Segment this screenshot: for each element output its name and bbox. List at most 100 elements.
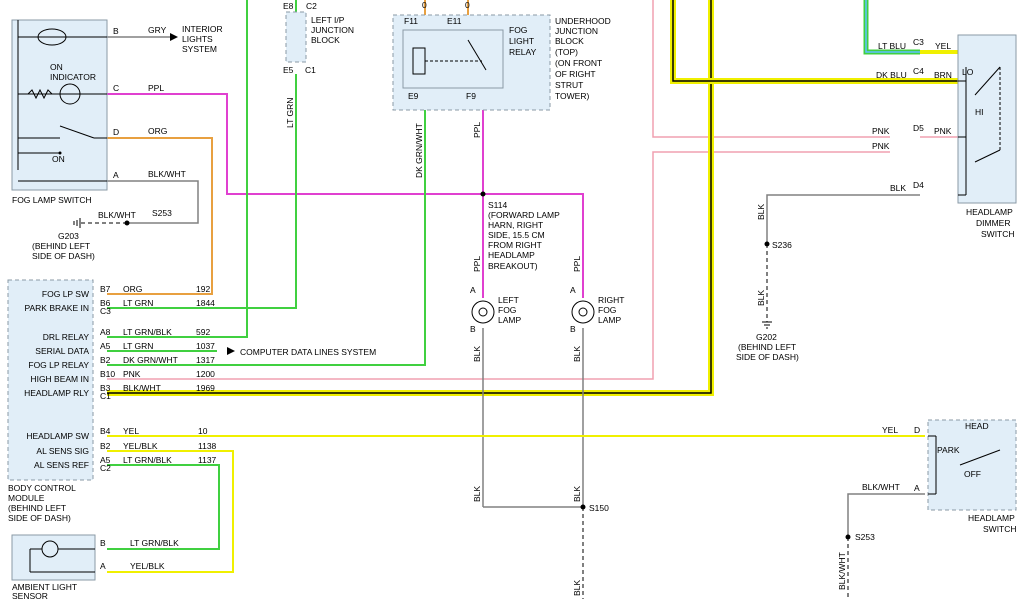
on-indicator-label-2: INDICATOR [50,72,96,82]
right-fog-2: FOG [598,305,616,315]
g202-1: G202 [756,332,777,342]
splice-s253 [124,220,130,226]
left-ip-2: JUNCTION [311,25,354,35]
underhood-6: OF RIGHT [555,69,596,79]
label-ppl: PPL [148,83,164,93]
bcm-row-pin: C2 [100,463,111,473]
headlamp-park: PARK [937,445,960,455]
bcm-title-3: (BEHIND LEFT [8,503,66,513]
underhood-8: TOWER) [555,91,589,101]
pin-a-head: A [914,483,920,493]
label-blk-s150-right: BLK [572,486,582,502]
bcm-row-name: FOG LP SW [42,289,89,299]
label-yel-c3: YEL [935,41,951,51]
bcm-row-circuit: 10 [198,426,208,436]
label-blk-right: BLK [572,346,582,362]
on-indicator-label-1: ON [50,62,63,72]
s253-bottom-label: S253 [855,532,875,542]
wire-blk-wht-headlamp [847,493,925,537]
dimmer-hi: HI [975,107,984,117]
dimmer-lo: LO [962,67,974,77]
top-mark-1: 0 [465,0,470,10]
bcm-row-wire: ORG [123,284,142,294]
top-mark-0: 0 [422,0,427,10]
bcm-row-name: FOG LP RELAY [28,360,89,370]
underhood-2: JUNCTION [555,26,598,36]
s114-1: (FORWARD LAMP [488,210,560,220]
label-blk-s236-upper: BLK [756,204,766,220]
bcm-row-circuit: 192 [196,284,210,294]
left-ip-c-bot: C1 [305,65,316,75]
pin-a: A [113,170,119,180]
bcm-row-pin: B4 [100,426,111,436]
bcm-row-name: AL SENS REF [34,460,89,470]
pin-b: B [113,26,119,36]
bcm-row-name: SERIAL DATA [35,346,89,356]
bcm-row-pin: C1 [100,391,111,401]
left-ip-block-box [285,11,307,63]
bcm-row-circuit: 1844 [196,298,215,308]
splice-s253-label: S253 [152,208,172,218]
bcm-row-name: HEADLAMP SW [26,431,89,441]
underhood-5: (ON FRONT [555,58,602,68]
s236-label: S236 [772,240,792,250]
arrow-icon [170,33,178,41]
bcm-row-wire: LT GRN/BLK [123,455,172,465]
dimmer-title-3: SWITCH [981,229,1015,239]
bcm-row-wire: PNK [123,369,141,379]
sensor-pin-b: B [100,538,106,548]
left-pin-b: B [470,324,476,334]
label-dk-grn-wht: DK GRN/WHT [414,123,424,178]
pin-c4: C4 [913,66,924,76]
underhood-4: (TOP) [555,47,578,57]
s150-label: S150 [589,503,609,513]
label-pnk-lower: PNK [872,141,890,151]
pin-e11: E11 [447,16,462,26]
label-ppl-left: PPL [472,256,482,272]
bcm-row-circuit: 1317 [196,355,215,365]
s114-5: HEADLAMP [488,250,535,260]
label-blk-bottom: BLK [572,580,582,596]
s114-3: SIDE, 15.5 CM [488,230,545,240]
bcm-row-wire: YEL [123,426,139,436]
bcm-title-4: SIDE OF DASH) [8,513,71,523]
bcm-row-pin: A8 [100,327,111,337]
bcm-row-circuit: 1037 [196,341,215,351]
headlamp-head: HEAD [965,421,989,431]
interior-lights-1: INTERIOR [182,24,223,34]
label-lt-grn-vert: LT GRN [285,98,295,128]
right-pin-a: A [570,285,576,295]
computer-data-lines: COMPUTER DATA LINES SYSTEM [240,347,376,357]
bcm-row-name: HIGH BEAM IN [30,374,89,384]
bcm-row-wire: BLK/WHT [123,383,161,393]
bcm-row-name: DRL RELAY [43,332,90,342]
label-ppl-right: PPL [572,256,582,272]
wire-yel-blk [107,450,234,573]
interior-lights-2: LIGHTS [182,34,213,44]
s114-0: S114 [488,200,507,210]
s114-4: FROM RIGHT [488,240,542,250]
splice-s253-bottom [845,534,851,540]
relay-2: LIGHT [509,36,534,46]
g203-1: G203 [58,231,79,241]
s114-2: HARN, RIGHT [488,220,543,230]
bcm-title-1: BODY CONTROL [8,483,76,493]
splice-s236 [764,241,770,247]
bcm-row-name: AL SENS SIG [36,446,89,456]
left-ip-c-top: C2 [306,1,317,11]
label-blk-wht-g203: BLK/WHT [98,210,136,220]
headlamp-switch-box [927,419,1017,511]
bcm-row-circuit: 1200 [196,369,215,379]
left-ip-e-bot: E5 [283,65,294,75]
pin-c3: C3 [913,37,924,47]
label-blk-wht: BLK/WHT [148,169,186,179]
ground-g202-icon [762,321,772,329]
bcm-row-wire: YEL/BLK [123,441,158,451]
label-blk-d4: BLK [890,183,906,193]
label-blk-wht-headlamp: BLK/WHT [862,482,900,492]
on-label: ON [52,154,65,164]
data-lines-arrow-icon [227,347,235,355]
bcm-row-pin: B2 [100,355,111,365]
label-blk-s236-lower: BLK [756,290,766,306]
relay-3: RELAY [509,47,537,57]
